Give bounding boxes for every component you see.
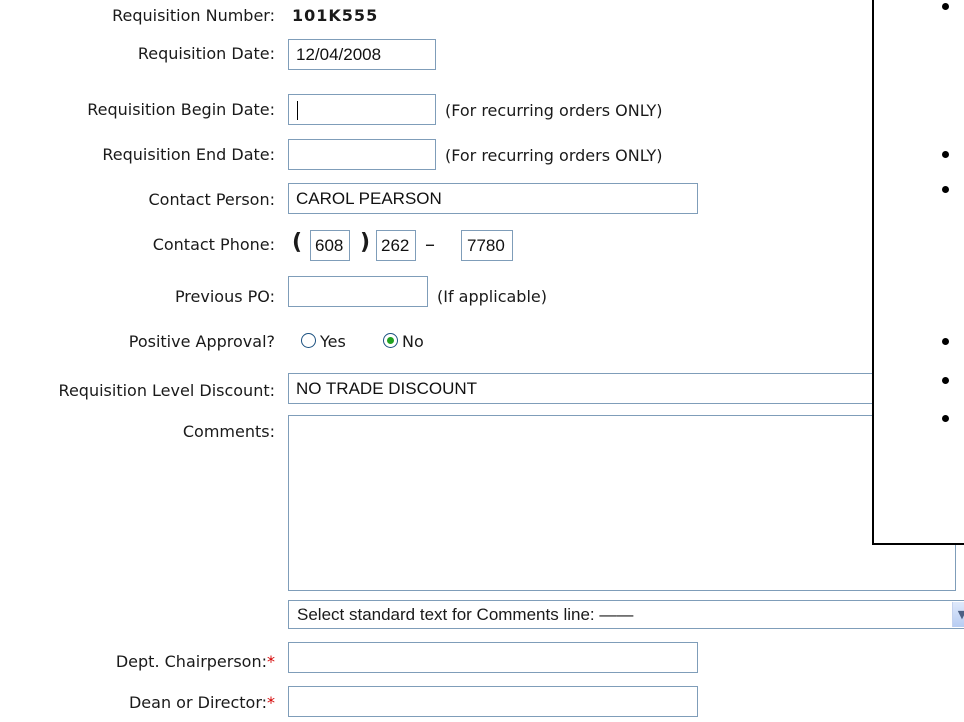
contact-person-input[interactable]: CAROL PEARSON (288, 183, 698, 214)
overlay-popup (872, 0, 964, 545)
phone-close-paren: ) (360, 230, 371, 255)
end-date-input[interactable] (288, 139, 436, 170)
chevron-down-icon[interactable]: ▼ (952, 602, 964, 627)
approval-yes-label: Yes (320, 332, 346, 351)
phone-dash: – (425, 232, 435, 256)
comments-label: Comments: (182, 422, 275, 441)
bullet-icon (942, 377, 949, 384)
dept-chair-label-text: Dept. Chairperson: (115, 652, 267, 671)
contact-phone-label: Contact Phone: (152, 235, 275, 254)
begin-date-note: (For recurring orders ONLY) (445, 101, 663, 120)
begin-date-input[interactable] (288, 94, 436, 125)
begin-date-label: Requisition Begin Date: (87, 100, 275, 119)
dean-label: Dean or Director:* (129, 693, 275, 713)
text-caret (297, 101, 298, 120)
approval-no-radio[interactable] (383, 333, 398, 348)
phone-open-paren: ( (292, 230, 303, 255)
bullet-icon (942, 186, 949, 193)
approval-yes-radio[interactable] (301, 333, 316, 348)
bullet-icon (942, 151, 949, 158)
requisition-date-input[interactable]: 12/04/2008 (288, 39, 436, 70)
comments-textarea[interactable] (288, 415, 956, 591)
discount-input[interactable]: NO TRADE DISCOUNT (288, 373, 964, 404)
required-mark: * (267, 693, 275, 712)
required-mark: * (267, 652, 275, 671)
phone-prefix-input[interactable]: 262 (376, 230, 416, 261)
radio-selected-dot (387, 337, 394, 344)
previous-po-label: Previous PO: (174, 287, 275, 306)
requisition-date-label: Requisition Date: (137, 44, 275, 63)
positive-approval-label: Positive Approval? (128, 332, 275, 351)
dean-label-text: Dean or Director: (128, 693, 267, 712)
dept-chair-input[interactable] (288, 642, 698, 673)
bullet-icon (942, 338, 949, 345)
bullet-icon (942, 415, 949, 422)
phone-line-input[interactable]: 7780 (461, 230, 513, 261)
end-date-label: Requisition End Date: (102, 145, 275, 164)
requisition-number-label: Requisition Number: (112, 6, 275, 25)
bullet-icon (942, 3, 949, 10)
phone-area-code-input[interactable]: 608 (310, 230, 350, 261)
standard-text-select[interactable]: Select standard text for Comments line: … (288, 600, 964, 629)
requisition-number-value: 101K555 (292, 6, 379, 25)
dept-chair-label: Dept. Chairperson:* (116, 652, 275, 672)
contact-person-label: Contact Person: (148, 190, 276, 209)
approval-no-label: No (402, 332, 424, 351)
previous-po-input[interactable] (288, 276, 428, 307)
previous-po-note: (If applicable) (437, 287, 547, 306)
discount-label: Requisition Level Discount: (58, 381, 275, 400)
end-date-note: (For recurring orders ONLY) (445, 146, 663, 165)
dean-input[interactable] (288, 686, 698, 717)
